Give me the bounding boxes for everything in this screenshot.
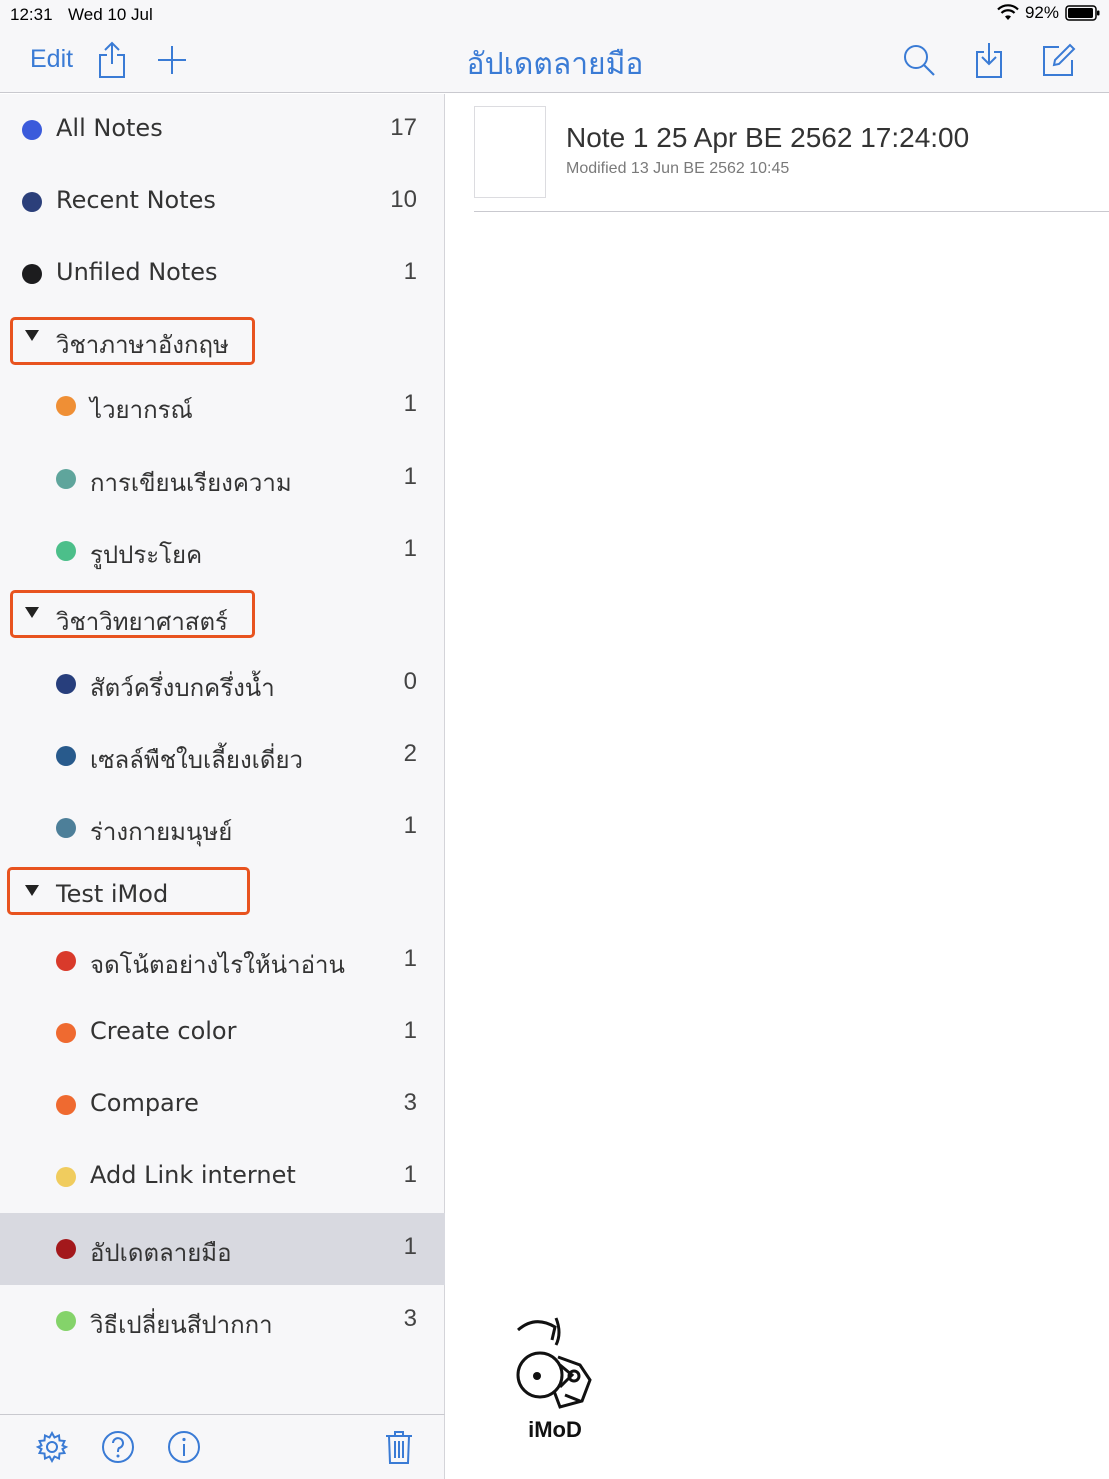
color-dot [56, 1239, 76, 1259]
note-title: Note 1 25 Apr BE 2562 17:24:00 [566, 122, 970, 153]
sidebar-item-create-color[interactable]: Create color 1 [0, 997, 445, 1069]
note-list-item[interactable]: Note 1 25 Apr BE 2562 17:24:00 Modified … [474, 104, 1109, 212]
sidebar-item-count: 1 [403, 258, 417, 285]
color-dot [56, 1311, 76, 1331]
search-icon[interactable] [899, 38, 939, 82]
imod-logo: iMoD [510, 1315, 600, 1445]
sidebar-item-label: สัตว์ครึ่งบกครึ่งน้ำ [90, 674, 275, 702]
status-time: 12:31 [10, 5, 53, 24]
status-right: 92% [997, 3, 1101, 23]
compose-icon[interactable] [1039, 38, 1079, 82]
sidebar-item-label: การเขียนเรียงความ [90, 469, 292, 497]
note-thumbnail [474, 106, 546, 198]
color-dot [56, 1167, 76, 1187]
bottom-toolbar [0, 1414, 445, 1479]
sidebar-item-label: รูปประโยค [90, 541, 203, 569]
sidebar-item-count: 1 [403, 1161, 417, 1188]
sidebar-item-monocot-cells[interactable]: เซลล์พืชใบเลี้ยงเดี่ยว 2 [0, 720, 445, 792]
sidebar-item-pen-color[interactable]: วิธีเปลี่ยนสีปากกา 3 [0, 1285, 445, 1357]
sidebar-item-count: 3 [403, 1089, 417, 1116]
color-dot [56, 541, 76, 561]
page-title: อัปเดตลายมือ [466, 47, 644, 82]
sidebar-item-count: 1 [403, 1233, 417, 1260]
color-dot [56, 1023, 76, 1043]
sidebar-item-count: 1 [403, 945, 417, 972]
sidebar-item-label: Compare [90, 1089, 199, 1117]
settings-icon[interactable] [34, 1429, 70, 1465]
sidebar-item-sentence[interactable]: รูปประโยค 1 [0, 515, 445, 587]
sidebar-item-count: 0 [403, 668, 417, 695]
sidebar-item-label: วิธีเปลี่ยนสีปากกา [90, 1311, 273, 1339]
help-icon[interactable] [100, 1429, 136, 1465]
sidebar-item-label: เซลล์พืชใบเลี้ยงเดี่ยว [90, 746, 303, 774]
highlight-box [7, 867, 250, 915]
wifi-icon [997, 4, 1019, 20]
logo-text: iMoD [528, 1417, 582, 1442]
status-date: Wed 10 Jul [68, 5, 153, 24]
status-bar: 12:31 Wed 10 Jul 92% [0, 0, 1109, 30]
color-dot [22, 264, 42, 284]
imod-mascot-icon [516, 1317, 592, 1409]
sidebar-item-label: อัปเดตลายมือ [90, 1239, 232, 1267]
color-dot [56, 674, 76, 694]
highlight-box [10, 317, 255, 365]
color-dot [56, 951, 76, 971]
sidebar-item-label: All Notes [56, 114, 163, 142]
sidebar-item-count: 1 [403, 1017, 417, 1044]
sidebar-item-human-body[interactable]: ร่างกายมนุษย์ 1 [0, 792, 445, 864]
trash-icon[interactable] [381, 1429, 417, 1465]
sidebar-item-grammar[interactable]: ไวยากรณ์ 1 [0, 370, 445, 442]
sidebar-item-unfiled-notes[interactable]: Unfiled Notes 1 [0, 238, 445, 310]
sidebar-item-compare[interactable]: Compare 3 [0, 1069, 445, 1141]
battery-icon [1065, 5, 1100, 21]
sidebar: All Notes 17 Recent Notes 10 Unfiled Not… [0, 94, 445, 1414]
plus-icon[interactable] [152, 38, 192, 82]
sidebar-item-count: 2 [403, 740, 417, 767]
share-icon[interactable] [92, 38, 132, 82]
sidebar-item-label: Create color [90, 1017, 237, 1045]
note-modified: Modified 13 Jun BE 2562 10:45 [566, 160, 790, 177]
nav-bar: Edit อัปเดตลายมือ [0, 30, 1109, 93]
sidebar-item-add-link[interactable]: Add Link internet 1 [0, 1141, 445, 1213]
color-dot [56, 469, 76, 489]
sidebar-item-essay[interactable]: การเขียนเรียงความ 1 [0, 443, 445, 515]
color-dot [56, 396, 76, 416]
note-list-panel: Note 1 25 Apr BE 2562 17:24:00 Modified … [446, 94, 1109, 1479]
import-icon[interactable] [969, 38, 1009, 82]
sidebar-item-handwriting-update[interactable]: อัปเดตลายมือ 1 [0, 1213, 445, 1285]
sidebar-item-recent-notes[interactable]: Recent Notes 10 [0, 166, 445, 238]
sidebar-item-label: Recent Notes [56, 186, 216, 214]
sidebar-item-count: 3 [403, 1305, 417, 1332]
sidebar-item-note-tips[interactable]: จดโน้ตอย่างไรให้น่าอ่าน 1 [0, 925, 445, 997]
sidebar-item-count: 1 [403, 463, 417, 490]
color-dot [56, 746, 76, 766]
sidebar-item-amphibians[interactable]: สัตว์ครึ่งบกครึ่งน้ำ 0 [0, 648, 445, 720]
color-dot [22, 120, 42, 140]
color-dot [22, 192, 42, 212]
sidebar-item-label: จดโน้ตอย่างไรให้น่าอ่าน [90, 951, 345, 979]
color-dot [56, 818, 76, 838]
sidebar-item-label: Add Link internet [90, 1161, 296, 1189]
edit-button[interactable]: Edit [30, 45, 73, 74]
highlight-box [10, 590, 255, 638]
battery-percent: 92% [1024, 3, 1059, 22]
info-icon[interactable] [166, 1429, 202, 1465]
sidebar-item-label: ไวยากรณ์ [90, 396, 193, 424]
sidebar-item-count: 1 [403, 812, 417, 839]
sidebar-item-all-notes[interactable]: All Notes 17 [0, 94, 445, 166]
sidebar-item-count: 1 [403, 390, 417, 417]
sidebar-item-label: ร่างกายมนุษย์ [90, 818, 233, 846]
sidebar-item-count: 10 [390, 186, 417, 213]
sidebar-item-label: Unfiled Notes [56, 258, 218, 286]
sidebar-item-count: 17 [390, 114, 417, 141]
color-dot [56, 1095, 76, 1115]
sidebar-item-count: 1 [403, 535, 417, 562]
